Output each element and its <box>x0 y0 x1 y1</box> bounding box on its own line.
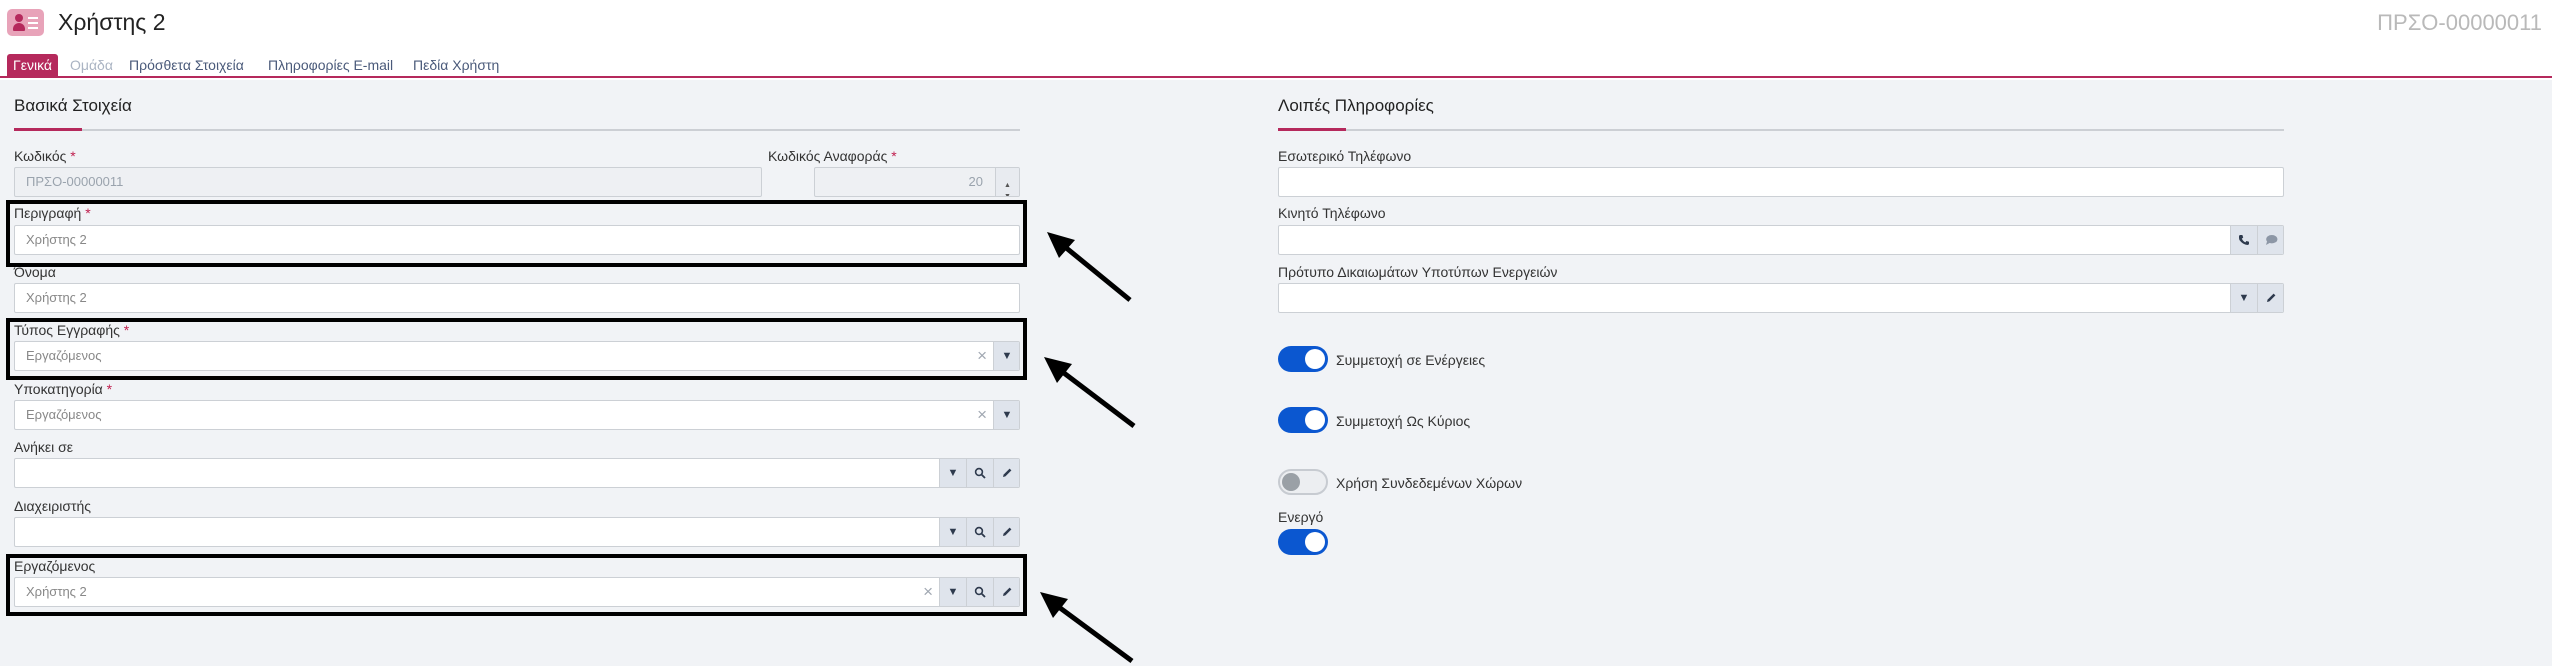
chat-icon <box>2265 235 2277 245</box>
manager-label: Διαχειριστής <box>14 498 92 514</box>
section-title-other: Λοιπές Πληροφορίες <box>1278 96 1434 115</box>
caret-down-icon: ▼ <box>1001 409 1013 421</box>
pencil-icon <box>1003 468 1012 477</box>
participate-in-actions-toggle[interactable] <box>1278 346 1328 372</box>
internal-phone-field[interactable] <box>1278 167 2284 197</box>
section-title-basic: Βασικά Στοιχεία <box>14 96 132 115</box>
annotation-arrow-icon <box>1044 357 1136 428</box>
call-button[interactable] <box>2230 226 2257 254</box>
section-divider <box>1278 128 2284 131</box>
search-button[interactable] <box>966 459 993 487</box>
use-linked-spaces-label: Χρήση Συνδεδεμένων Χώρων <box>1336 475 1523 491</box>
tab-bar: Γενικά Ομάδα Πρόσθετα Στοιχεία Πληροφορί… <box>0 54 2552 78</box>
participate-as-owner-label: Συμμετοχή Ως Κύριος <box>1336 413 1471 429</box>
tab-general[interactable]: Γενικά <box>7 54 58 76</box>
participate-in-actions-label: Συμμετοχή σε Ενέργειες <box>1336 352 1486 368</box>
search-icon <box>974 526 986 538</box>
active-toggle[interactable] <box>1278 529 1328 555</box>
section-divider <box>14 128 1020 131</box>
highlight-box-record-type <box>6 318 1027 380</box>
subcategory-label: Υποκατηγορία * <box>14 381 113 397</box>
pencil-icon <box>1003 527 1012 536</box>
dropdown-button[interactable]: ▼ <box>993 401 1019 429</box>
user-list-icon <box>7 9 44 36</box>
edit-button[interactable] <box>2257 284 2283 312</box>
permissions-template-lookup[interactable]: ▼ <box>1278 283 2284 313</box>
record-code: ΠΡΣΟ-00000011 <box>2377 10 2542 35</box>
active-label: Ενεργό <box>1278 509 1324 525</box>
mobile-phone-field[interactable] <box>1278 225 2284 255</box>
ref-code-field[interactable]: 20 ▲ ▼ <box>814 167 1020 197</box>
code-field: ΠΡΣΟ-00000011 <box>14 167 762 197</box>
clear-icon[interactable]: × <box>977 401 987 429</box>
search-icon <box>974 467 986 479</box>
edit-button[interactable] <box>993 459 1019 487</box>
manager-lookup[interactable]: ▼ <box>14 517 1020 547</box>
dropdown-button[interactable]: ▼ <box>939 518 966 546</box>
tab-user-fields[interactable]: Πεδία Χρήστη <box>407 54 505 76</box>
edit-button[interactable] <box>993 518 1019 546</box>
annotation-arrow-icon <box>1047 232 1132 302</box>
caret-down-icon: ▼ <box>2238 292 2250 304</box>
ref-code-label: Κωδικός Αναφοράς * <box>768 148 897 164</box>
tab-group[interactable]: Ομάδα <box>64 54 119 76</box>
highlight-box-employee <box>6 554 1027 616</box>
belongs-to-lookup[interactable]: ▼ <box>14 458 1020 488</box>
page-title: Χρήστης 2 <box>58 9 166 35</box>
app-window: Χρήστης 2 ΠΡΣΟ-00000011 Γενικά Ομάδα Πρό… <box>0 0 2552 666</box>
tab-email-info[interactable]: Πληροφορίες E-mail <box>262 54 399 76</box>
ref-code-stepper[interactable]: ▲ ▼ <box>995 168 1019 196</box>
caret-down-icon: ▼ <box>947 526 959 538</box>
permissions-template-label: Πρότυπο Δικαιωμάτων Υποτύπων Ενεργειών <box>1278 264 1558 280</box>
code-label: Κωδικός * <box>14 148 76 164</box>
annotation-arrow-icon <box>1040 592 1134 664</box>
participate-as-owner-toggle[interactable] <box>1278 407 1328 433</box>
message-button[interactable] <box>2257 226 2283 254</box>
belongs-to-label: Ανήκει σε <box>14 439 73 455</box>
dropdown-button[interactable]: ▼ <box>939 459 966 487</box>
search-button[interactable] <box>966 518 993 546</box>
dropdown-button[interactable]: ▼ <box>2230 284 2257 312</box>
form-area: Βασικά Στοιχεία Κωδικός * ΠΡΣΟ-00000011 … <box>0 80 2552 666</box>
page-header: Χρήστης 2 ΠΡΣΟ-00000011 <box>0 0 2552 48</box>
mobile-phone-label: Κινητό Τηλέφωνο <box>1278 205 1386 221</box>
caret-down-icon: ▼ <box>947 467 959 479</box>
internal-phone-label: Εσωτερικό Τηλέφωνο <box>1278 148 1412 164</box>
subcategory-select[interactable]: Εργαζόμενος × ▼ <box>14 400 1020 430</box>
pencil-icon <box>2267 293 2276 302</box>
highlight-box-description <box>6 200 1027 267</box>
name-field[interactable]: Χρήστης 2 <box>14 283 1020 313</box>
use-linked-spaces-toggle[interactable] <box>1278 469 1328 495</box>
phone-icon <box>2238 235 2249 245</box>
tab-additional-details[interactable]: Πρόσθετα Στοιχεία <box>123 54 250 76</box>
